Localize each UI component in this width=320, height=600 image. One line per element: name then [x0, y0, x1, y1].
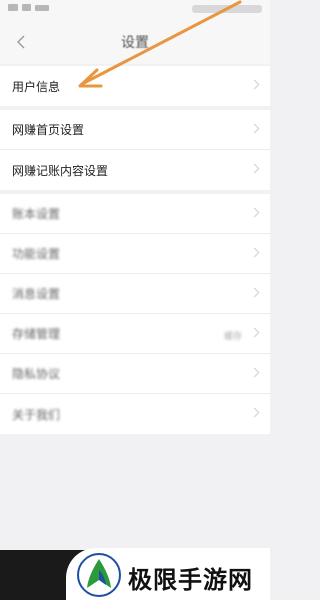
row-label: 网赚首页设置 — [12, 123, 85, 137]
row-value: 缓存 — [223, 332, 242, 342]
row-label: 消息设置 — [12, 287, 61, 301]
row-label: 功能设置 — [12, 247, 61, 261]
row-label: 用户信息 — [12, 79, 61, 94]
status-right-info — [192, 5, 262, 13]
settings-group-earn: 网赚首页设置 网赚记账内容设置 — [0, 110, 270, 190]
row-label: 网赚记账内容设置 — [12, 163, 109, 178]
settings-group-general: 账本设置 功能设置 消息设置 存储管理 缓存 隐私协议 关于我们 — [0, 194, 270, 434]
settings-row-ledger[interactable]: 账本设置 — [0, 194, 270, 234]
signal-icon — [8, 4, 18, 11]
battery-icon — [35, 4, 49, 11]
settings-row-function[interactable]: 功能设置 — [0, 234, 270, 274]
chevron-right-icon — [249, 123, 260, 134]
settings-group-user: 用户信息 — [0, 66, 270, 106]
row-label: 账本设置 — [12, 207, 61, 221]
watermark-brand-text: 极限手游网 — [128, 565, 253, 594]
page-title: 设置 — [121, 35, 149, 51]
chevron-right-icon — [249, 163, 260, 174]
chevron-right-icon — [249, 327, 260, 338]
settings-row-about[interactable]: 关于我们 — [0, 394, 270, 434]
chevron-right-icon — [249, 79, 260, 90]
settings-row-user-info[interactable]: 用户信息 — [0, 66, 270, 106]
settings-row-message[interactable]: 消息设置 — [0, 274, 270, 314]
chevron-right-icon — [249, 207, 260, 218]
row-label: 关于我们 — [12, 407, 61, 422]
chevron-right-icon — [249, 367, 260, 378]
chevron-right-icon — [249, 287, 260, 298]
settings-row-privacy[interactable]: 隐私协议 — [0, 354, 270, 394]
chevron-right-icon — [249, 407, 260, 418]
settings-row-record-settings[interactable]: 网赚记账内容设置 — [0, 150, 270, 190]
wifi-icon — [22, 4, 31, 11]
status-bar — [0, 0, 270, 20]
settings-row-storage[interactable]: 存储管理 缓存 — [0, 314, 270, 354]
row-label: 隐私协议 — [12, 367, 61, 381]
status-icons — [8, 4, 49, 11]
settings-row-home-settings[interactable]: 网赚首页设置 — [0, 110, 270, 150]
brand-logo-icon — [77, 553, 121, 597]
row-label: 存储管理 — [12, 327, 61, 341]
chevron-right-icon — [249, 247, 260, 258]
nav-bar: 设置 — [0, 20, 270, 64]
